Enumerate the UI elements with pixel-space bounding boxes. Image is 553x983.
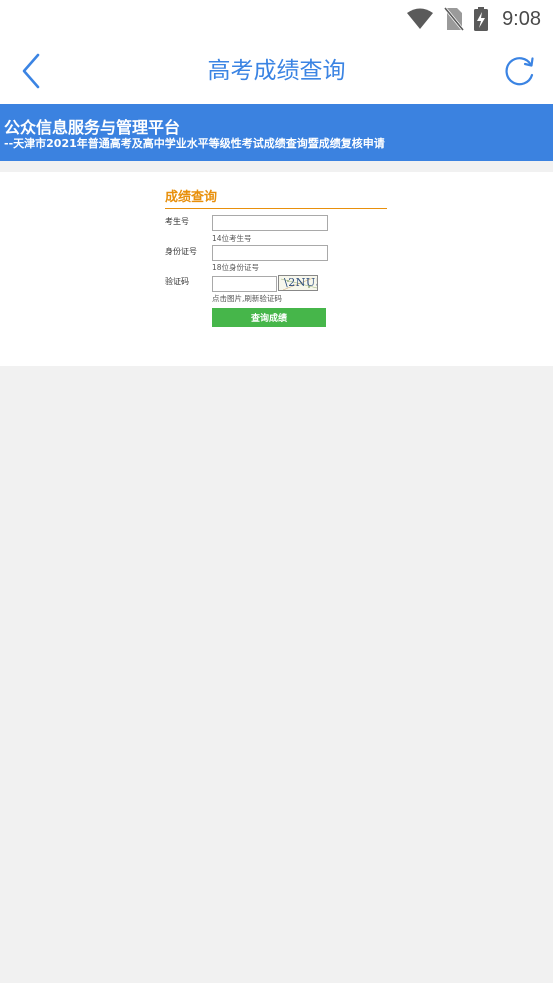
back-button[interactable] [14,52,50,90]
title-bar: 高考成绩查询 [0,38,553,104]
captcha-input[interactable] [212,276,277,292]
refresh-icon [505,57,534,86]
id-number-input[interactable] [212,245,328,261]
form-header: 成绩查询 [165,190,218,205]
form-header-divider [165,208,387,209]
platform-banner: 公众信息服务与管理平台 --天津市2021年普通高考及高中学业水平等级性考试成绩… [0,104,553,161]
battery-charging-icon [474,7,489,31]
query-score-button[interactable]: 查询成绩 [212,308,326,327]
exam-number-hint: 14位考生号 [212,234,252,243]
score-query-form: 成绩查询 考生号 14位考生号 身份证号 18位身份证号 验证码 \2NU5 点… [0,172,553,366]
status-icons: 9:08 [406,5,541,33]
captcha-hint: 点击图片,刷新验证码 [212,294,282,303]
page-title: 高考成绩查询 [207,58,346,84]
refresh-button[interactable] [501,53,537,89]
banner-subtitle: --天津市2021年普通高考及高中学业水平等级性考试成绩查询暨成绩复核申请 [4,137,385,150]
id-number-hint: 18位身份证号 [212,263,260,272]
captcha-image[interactable]: \2NU5 [278,275,318,291]
exam-number-input[interactable] [212,215,328,231]
wifi-icon [406,8,434,30]
chevron-left-icon [22,53,40,89]
id-number-label: 身份证号 [165,247,197,256]
status-time: 9:08 [502,7,541,30]
status-bar: 9:08 [0,0,553,38]
captcha-label: 验证码 [165,277,189,286]
captcha-text: \2NU5 [284,276,317,289]
exam-number-label: 考生号 [165,217,189,226]
no-sim-icon [444,7,465,31]
